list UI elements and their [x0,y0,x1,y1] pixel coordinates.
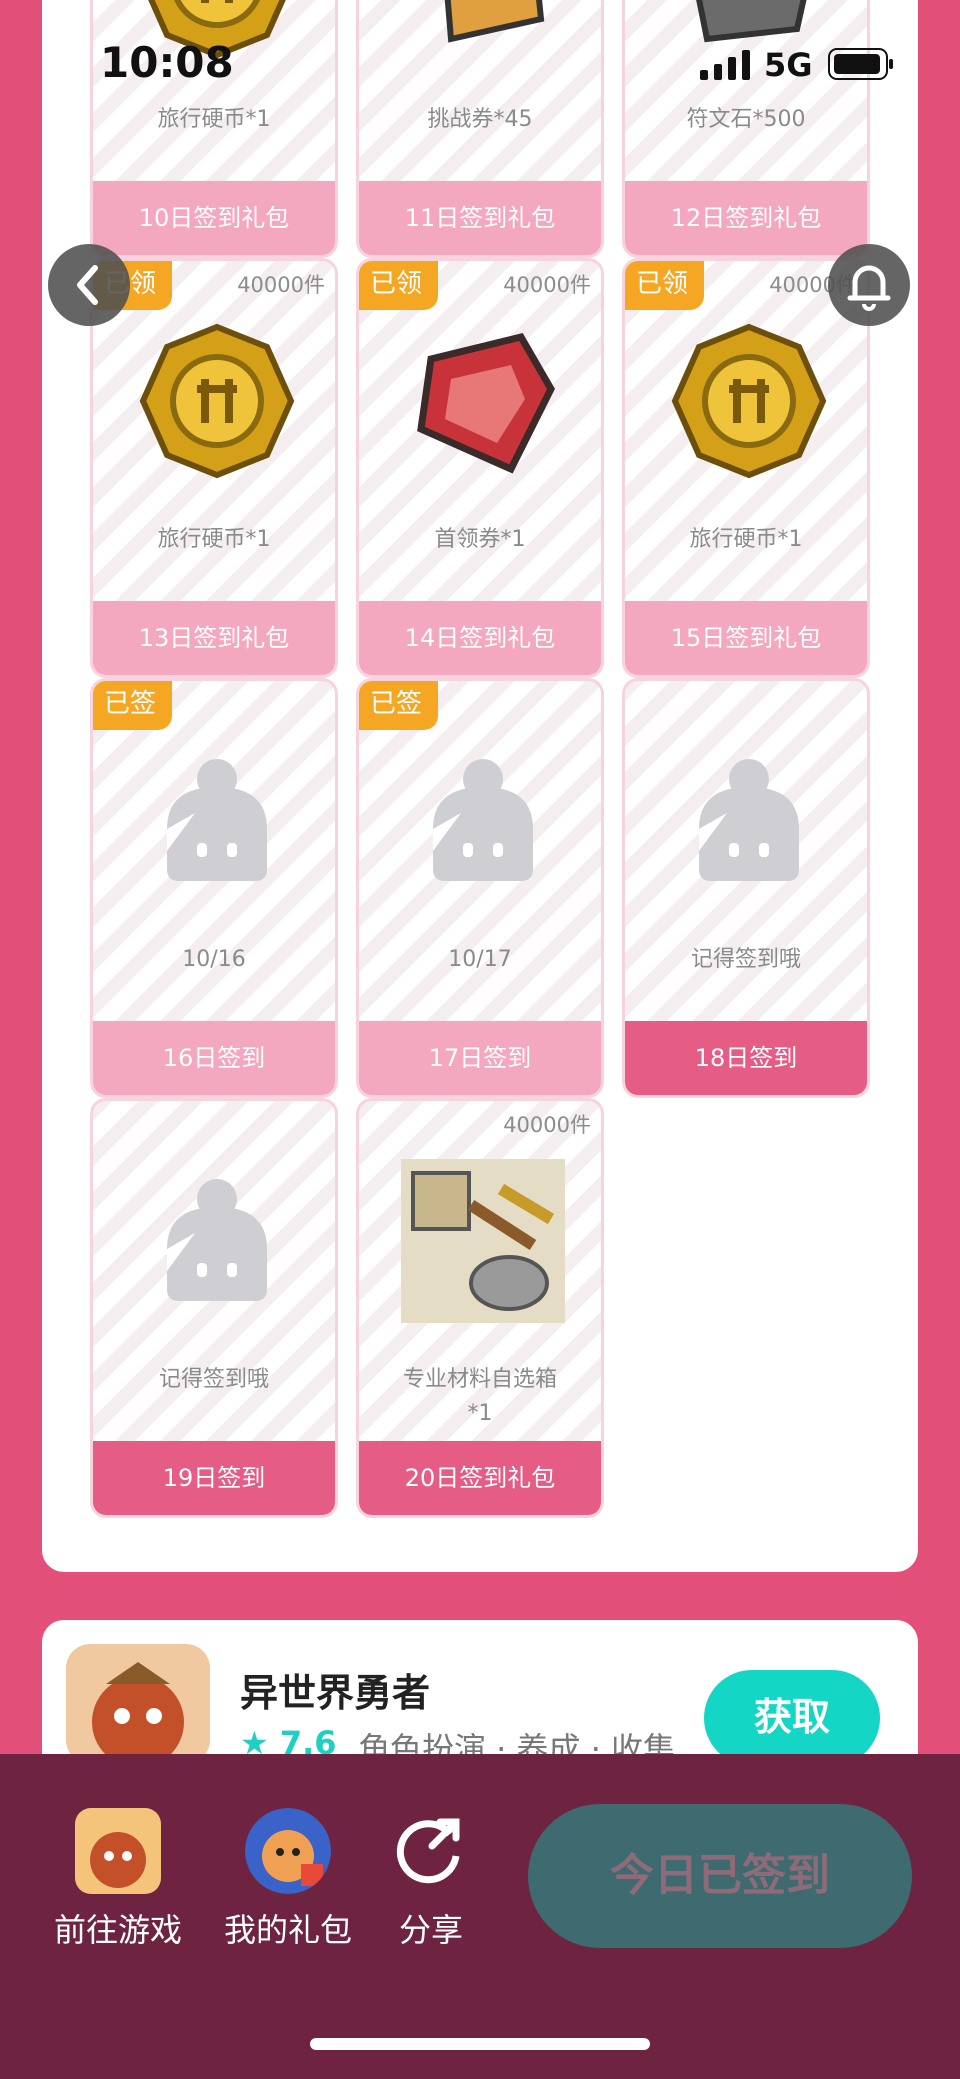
sign-in-day-button[interactable]: 20日签到礼包 [359,1441,601,1515]
reward-item-label: 记得签到哦 [690,947,801,972]
home-indicator[interactable] [310,2038,650,2050]
sign-in-day-button[interactable]: 18日签到 [625,1021,867,1095]
placeholder-avatar-icon [401,739,565,903]
game-card[interactable]: 异世界勇者 ★ 7.6 角色扮演 · 养成 · 收集 获取 [42,1620,918,1760]
go-game-label: 前往游戏 [53,1911,182,1949]
sign-in-day-button[interactable]: 16日签到 [93,1021,335,1095]
reward-card[interactable]: 10/17 17日签到 已签 [356,678,604,1098]
back-button[interactable] [48,244,130,326]
status-tag: 已领 [625,261,704,310]
sign-in-day-button[interactable]: 11日签到礼包 [359,181,601,255]
boss-ticket-icon [401,319,565,483]
sign-in-day-button[interactable]: 15日签到礼包 [625,601,867,675]
placeholder-avatar-icon [667,739,831,903]
sign-in-panel: 旅行硬币*1 10日签到礼包 挑战券*45 11日签到礼包 符文石*500 12日签到礼包… [42,0,918,1572]
coin-icon [135,319,299,483]
game-name: 异世界勇者 [240,1671,431,1715]
my-gifts-label: 我的礼包 [223,1911,352,1949]
reward-item-label: 旅行硬币*1 [157,527,271,552]
sign-in-day-button[interactable]: 19日签到 [93,1441,335,1515]
bottom-action-bar: 前往游戏 我的礼包 分享 今日已签到 [0,1754,960,2079]
signed-today-button[interactable]: 今日已签到 [528,1804,912,1948]
sign-in-day-button[interactable]: 13日签到礼包 [93,601,335,675]
sign-in-day-button[interactable]: 14日签到礼包 [359,601,601,675]
material-box-icon [401,1159,565,1323]
reward-item-label: 10/16 [182,947,246,972]
reward-card[interactable]: 40000件首领券*1 14日签到礼包 已领 [356,258,604,678]
reward-card[interactable]: 记得签到哦 18日签到 [622,678,870,1098]
reward-item-label: 旅行硬币*1 [689,527,803,552]
placeholder-avatar-icon [135,1159,299,1323]
reward-card[interactable]: 40000件专业材料自选箱 *1 20日签到礼包 [356,1098,604,1518]
reward-item-label: 10/17 [448,947,512,972]
get-button[interactable]: 获取 [704,1670,880,1760]
placeholder-avatar-icon [135,739,299,903]
reward-item-label: 首领券*1 [434,527,526,552]
coin-icon [667,319,831,483]
reward-item-label: 专业材料自选箱 *1 [402,1367,557,1426]
stock-count: 40000件 [503,273,591,297]
reward-card[interactable]: 10/16 16日签到 已签 [90,678,338,1098]
my-gifts-button[interactable]: 我的礼包 [218,1808,358,1952]
share-button[interactable]: 分享 [386,1808,476,1952]
reward-item-label: 记得签到哦 [158,1367,269,1392]
network-type: 5G [764,46,813,84]
status-bar: 10:08 5G [0,0,960,120]
share-label: 分享 [398,1911,463,1949]
stock-count: 40000件 [503,1113,591,1137]
bell-icon [847,265,891,311]
reward-card[interactable]: 记得签到哦 19日签到 [90,1098,338,1518]
status-time: 10:08 [100,38,234,87]
game-avatar-icon [75,1808,161,1894]
notification-button[interactable] [828,244,910,326]
stock-count: 40000件 [237,273,325,297]
sign-in-day-button[interactable]: 17日签到 [359,1021,601,1095]
gift-dog-icon [245,1808,331,1894]
status-tag: 已签 [359,681,438,730]
battery-icon [828,48,893,80]
chevron-left-icon [77,265,98,305]
status-tag: 已签 [93,681,172,730]
share-icon [388,1808,474,1894]
go-game-button[interactable]: 前往游戏 [48,1808,188,1952]
status-tag: 已领 [359,261,438,310]
game-icon[interactable] [66,1644,210,1760]
signal-icon [700,50,750,80]
